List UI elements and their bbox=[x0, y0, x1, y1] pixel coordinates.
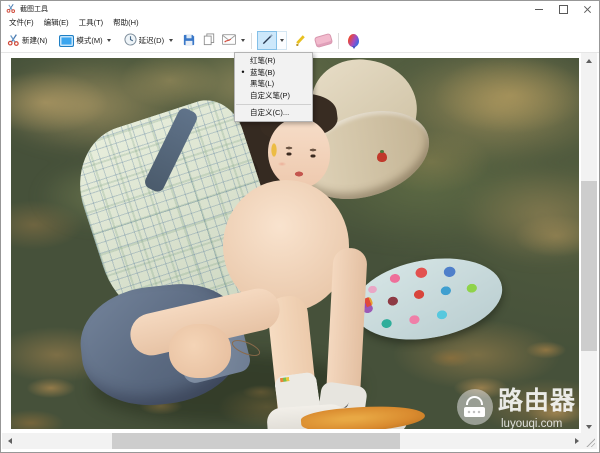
menu-file[interactable]: 文件(F) bbox=[9, 17, 34, 29]
blue-pen-label: 蓝笔(B) bbox=[250, 68, 275, 77]
menu-item-red-pen[interactable]: 红笔(R) bbox=[235, 55, 312, 67]
pen-icon bbox=[261, 33, 274, 48]
toolbar: 新建(N) 模式(M) 延迟(D) bbox=[1, 29, 599, 53]
close-button[interactable] bbox=[575, 1, 599, 17]
minimize-button[interactable] bbox=[527, 1, 551, 17]
new-snip-label: 新建(N) bbox=[22, 35, 47, 46]
menu-item-black-pen[interactable]: 黑笔(L) bbox=[235, 78, 312, 90]
copy-button[interactable] bbox=[201, 31, 217, 50]
photo-girl-hand bbox=[169, 324, 231, 378]
menu-separator bbox=[236, 104, 311, 105]
eraser-button[interactable] bbox=[313, 31, 334, 50]
photo-hat-strawberry bbox=[377, 152, 387, 162]
region-icon bbox=[59, 35, 74, 47]
menu-item-blue-pen[interactable]: • 蓝笔(B) bbox=[235, 67, 312, 79]
menu-tools[interactable]: 工具(T) bbox=[79, 17, 104, 29]
maximize-button[interactable] bbox=[551, 1, 575, 17]
horizontal-scrollbar[interactable] bbox=[2, 433, 584, 449]
menu-item-custom-pen[interactable]: 自定义笔(P) bbox=[235, 90, 312, 102]
blue-pen-selected-marker: • bbox=[238, 67, 248, 78]
scroll-down-arrow[interactable] bbox=[581, 419, 597, 434]
delay-dropdown-caret[interactable] bbox=[166, 31, 175, 50]
email-button[interactable] bbox=[220, 31, 238, 50]
titlebar: 截图工具 bbox=[1, 1, 599, 17]
new-snip-button[interactable]: 新建(N) bbox=[5, 31, 49, 50]
photo-girl-face bbox=[268, 118, 330, 188]
toolbar-separator bbox=[251, 33, 252, 49]
highlighter-button[interactable] bbox=[292, 31, 309, 50]
delay-label: 延迟(D) bbox=[139, 35, 164, 46]
menu-bar: 文件(F) 编辑(E) 工具(T) 帮助(H) bbox=[1, 17, 599, 29]
menu-item-customize[interactable]: 自定义(C)... bbox=[235, 107, 312, 119]
pen-button[interactable] bbox=[257, 31, 277, 50]
resize-grip[interactable] bbox=[581, 433, 597, 449]
horizontal-scroll-thumb[interactable] bbox=[112, 433, 400, 449]
mode-button[interactable]: 模式(M) bbox=[57, 31, 104, 50]
window-title: 截图工具 bbox=[20, 4, 48, 14]
clock-icon bbox=[124, 33, 137, 48]
custom-pen-label: 自定义笔(P) bbox=[250, 91, 290, 100]
customize-label: 自定义(C)... bbox=[250, 108, 289, 117]
balloon-icon bbox=[348, 34, 359, 47]
black-pen-label: 黑笔(L) bbox=[250, 79, 274, 88]
pen-tool-group bbox=[257, 31, 287, 50]
vertical-scroll-thumb[interactable] bbox=[581, 181, 597, 351]
scroll-left-arrow[interactable] bbox=[2, 433, 17, 449]
highlighter-icon bbox=[294, 33, 307, 48]
vertical-scrollbar[interactable] bbox=[581, 53, 597, 434]
copy-icon bbox=[203, 33, 215, 48]
email-icon bbox=[222, 34, 236, 47]
eraser-icon bbox=[314, 33, 333, 48]
mode-dropdown-caret[interactable] bbox=[105, 31, 114, 50]
menu-help[interactable]: 帮助(H) bbox=[113, 17, 138, 29]
app-scissors-icon bbox=[6, 0, 16, 18]
email-dropdown-caret[interactable] bbox=[238, 31, 247, 50]
scroll-up-arrow[interactable] bbox=[581, 53, 597, 68]
snipping-tool-window: 截图工具 文件(F) 编辑(E) 工具(T) 帮助(H) 新建(N) bbox=[0, 0, 600, 453]
touch-writing-button[interactable] bbox=[346, 31, 361, 50]
save-button[interactable] bbox=[181, 31, 197, 50]
mode-label: 模式(M) bbox=[76, 35, 102, 46]
menu-edit[interactable]: 编辑(E) bbox=[44, 17, 69, 29]
pen-color-menu: 红笔(R) • 蓝笔(B) 黑笔(L) 自定义笔(P) 自定义(C)... bbox=[234, 52, 313, 122]
window-controls bbox=[527, 1, 599, 17]
toolbar-separator-2 bbox=[338, 33, 339, 49]
scissors-icon bbox=[7, 33, 20, 48]
save-icon bbox=[183, 34, 195, 48]
delay-button[interactable]: 延迟(D) bbox=[122, 31, 166, 50]
red-pen-label: 红笔(R) bbox=[250, 56, 275, 65]
pen-dropdown-caret[interactable] bbox=[277, 31, 287, 50]
